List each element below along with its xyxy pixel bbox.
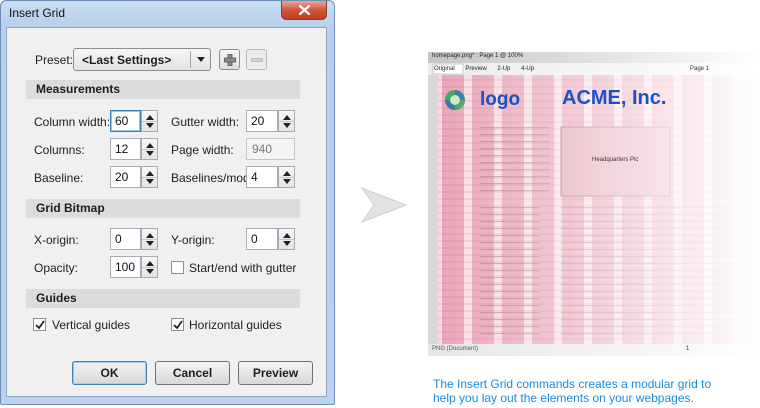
- up-arrow-icon[interactable]: [283, 233, 291, 238]
- gutter-width-stepper[interactable]: [278, 110, 295, 132]
- down-arrow-icon[interactable]: [283, 179, 291, 184]
- columns-input[interactable]: [110, 138, 141, 160]
- baselines-mod-input[interactable]: [246, 166, 278, 188]
- vertical-guides-checkbox[interactable]: [33, 318, 46, 331]
- x-origin-label: X-origin:: [34, 233, 79, 247]
- checkmark-icon: [173, 320, 183, 330]
- close-button[interactable]: [281, 1, 327, 20]
- preview-tab-preview[interactable]: Preview: [465, 66, 486, 72]
- up-arrow-icon[interactable]: [146, 171, 154, 176]
- preview-logo-text: logo: [480, 89, 521, 110]
- gutter-width-spinner: [246, 110, 295, 132]
- preview-image-placeholder: Headquarters Pic: [592, 157, 639, 163]
- up-arrow-icon[interactable]: [283, 171, 291, 176]
- down-arrow-icon[interactable]: [146, 241, 154, 246]
- preview-page-number: 1: [686, 346, 690, 352]
- up-arrow-icon[interactable]: [146, 143, 154, 148]
- x-origin-input[interactable]: [110, 228, 141, 250]
- preview-button[interactable]: Preview: [238, 361, 313, 385]
- horizontal-guides-label: Horizontal guides: [189, 318, 282, 332]
- caption: The Insert Grid commands creates a modul…: [433, 377, 711, 405]
- grid-bitmap-header: Grid Bitmap: [26, 199, 300, 218]
- measurements-header: Measurements: [26, 80, 300, 99]
- preview-doc-title: homepage.png* : Page 1 @ 100%: [432, 53, 524, 59]
- column-width-stepper[interactable]: [141, 110, 158, 132]
- arrow-right-icon: [360, 186, 408, 224]
- down-arrow-icon[interactable]: [283, 123, 291, 128]
- page-width-value: 940: [246, 138, 295, 160]
- ok-button[interactable]: OK: [72, 361, 147, 385]
- opacity-spinner: [110, 256, 158, 278]
- dialog-title: Insert Grid: [9, 6, 66, 20]
- columns-label: Columns:: [34, 143, 85, 157]
- gutter-width-input[interactable]: [246, 110, 278, 132]
- y-origin-stepper[interactable]: [278, 228, 295, 250]
- up-arrow-icon[interactable]: [146, 115, 154, 120]
- baselines-mod-label: Baselines/mod:: [171, 171, 254, 185]
- y-origin-spinner: [246, 228, 295, 250]
- start-end-gutter-checkbox[interactable]: [171, 261, 184, 274]
- down-arrow-icon[interactable]: [146, 151, 154, 156]
- minus-icon: [251, 58, 263, 62]
- horizontal-guides-checkbox[interactable]: [171, 318, 184, 331]
- caption-line-2: help you lay out the elements on your we…: [433, 391, 694, 405]
- page-width-label: Page width:: [171, 143, 234, 157]
- preview-tab-2up[interactable]: 2-Up: [497, 66, 510, 72]
- columns-spinner: [110, 138, 158, 160]
- preview-company-name: ACME, Inc.: [562, 87, 667, 109]
- vertical-guides-label: Vertical guides: [52, 318, 131, 332]
- down-arrow-icon[interactable]: [146, 179, 154, 184]
- preset-label: Preset:: [35, 53, 74, 67]
- baseline-input[interactable]: [110, 166, 141, 188]
- preview-status-text: PNG (Document): [432, 346, 479, 352]
- baseline-stepper[interactable]: [141, 166, 158, 188]
- down-arrow-icon[interactable]: [283, 241, 291, 246]
- cancel-button[interactable]: Cancel: [155, 361, 230, 385]
- up-arrow-icon[interactable]: [146, 261, 154, 266]
- down-arrow-icon[interactable]: [146, 269, 154, 274]
- caption-line-1: The Insert Grid commands creates a modul…: [433, 377, 712, 391]
- down-arrow-icon[interactable]: [146, 123, 154, 128]
- columns-stepper[interactable]: [141, 138, 158, 160]
- up-arrow-icon[interactable]: [283, 115, 291, 120]
- preview-tab-original[interactable]: Original: [434, 66, 455, 72]
- close-icon: [299, 5, 310, 15]
- preview-tabs: Original Preview 2-Up 4-Up: [434, 66, 534, 72]
- preview-page-indicator: Page 1: [690, 66, 710, 72]
- preset-select[interactable]: <Last Settings>: [73, 48, 211, 71]
- add-preset-button[interactable]: [219, 49, 240, 70]
- title-bar[interactable]: Insert Grid: [1, 1, 334, 27]
- start-end-gutter-label: Start/end with gutter: [189, 261, 297, 275]
- guides-header: Guides: [26, 289, 300, 308]
- baseline-spinner: [110, 166, 158, 188]
- baselines-mod-stepper[interactable]: [278, 166, 295, 188]
- opacity-input[interactable]: [110, 256, 141, 278]
- column-width-spinner: [110, 110, 158, 132]
- x-origin-stepper[interactable]: [141, 228, 158, 250]
- column-width-input[interactable]: [110, 110, 141, 132]
- preset-value: <Last Settings>: [82, 53, 172, 67]
- preview-screenshot: homepage.png* : Page 1 @ 100% Page 1 Ori…: [428, 52, 760, 356]
- baselines-mod-spinner: [246, 166, 295, 188]
- remove-preset-button[interactable]: [246, 49, 267, 70]
- y-origin-input[interactable]: [246, 228, 278, 250]
- up-arrow-icon[interactable]: [146, 233, 154, 238]
- opacity-stepper[interactable]: [141, 256, 158, 278]
- y-origin-label: Y-origin:: [171, 233, 215, 247]
- plus-icon: [224, 54, 236, 66]
- gutter-width-label: Gutter width:: [171, 115, 240, 129]
- chevron-down-icon: [197, 57, 205, 62]
- opacity-label: Opacity:: [34, 261, 79, 275]
- x-origin-spinner: [110, 228, 158, 250]
- baseline-label: Baseline:: [34, 171, 84, 185]
- column-width-label: Column width:: [34, 115, 111, 129]
- checkmark-icon: [35, 320, 45, 330]
- preview-tab-4up[interactable]: 4-Up: [521, 66, 534, 72]
